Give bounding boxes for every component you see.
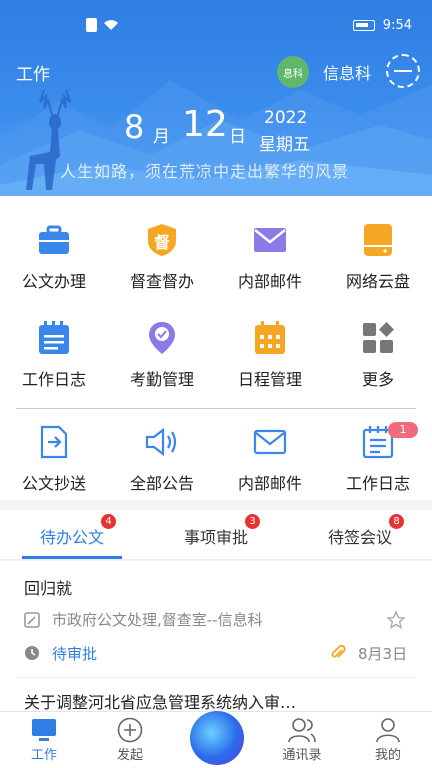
- grid-item-document-cc[interactable]: 公文抄送: [0, 424, 108, 494]
- nav-label: 我的: [374, 748, 401, 763]
- item-title: 关于调整河北省应急管理系统纳入审…: [24, 693, 297, 712]
- nav-initiate[interactable]: 发起: [100, 716, 160, 763]
- item-subtitle: 市政府公文处理,督查室--信息科: [52, 611, 263, 629]
- item-title: 回归就: [24, 579, 73, 598]
- scan-icon: [394, 70, 412, 72]
- date-month-unit: 月: [153, 127, 170, 147]
- date-day-unit: 日: [229, 127, 246, 147]
- document-edit-icon: [24, 612, 40, 628]
- plus-circle-icon: [100, 716, 160, 744]
- motto-text: 人生如路，须在荒凉中走出繁华的风景: [60, 162, 350, 181]
- tab-label: 待办公文: [40, 528, 105, 547]
- mail-icon: [252, 222, 288, 258]
- nav-label: 工作: [30, 748, 57, 763]
- grid-item-label: 内部邮件: [237, 272, 302, 291]
- mail-outline-icon: [252, 424, 288, 460]
- grid-item-label: 公文抄送: [21, 474, 86, 493]
- tab-label: 事项审批: [184, 528, 249, 547]
- dept-avatar[interactable]: 息科: [277, 56, 309, 88]
- grid-item-label: 工作日志: [21, 370, 86, 389]
- grid-item-more[interactable]: 更多: [324, 320, 432, 390]
- status-bar: 9:54: [0, 0, 432, 40]
- nav-label: 通讯录: [282, 748, 322, 763]
- alert-icon: [86, 18, 97, 32]
- grid-item-label: 日程管理: [237, 370, 302, 389]
- dept-name[interactable]: 信息科: [323, 60, 371, 84]
- grid-item-label: 督查督办: [129, 272, 194, 291]
- item-date: 8月3日: [358, 645, 408, 663]
- briefcase-icon: [36, 222, 72, 258]
- grid-item-internal-mail[interactable]: 内部邮件: [216, 222, 324, 292]
- page-title: 工作: [16, 65, 50, 85]
- wifi-icon: [104, 20, 118, 30]
- schedule-icon: [252, 320, 288, 356]
- grid-item-label: 公文办理: [21, 272, 86, 291]
- task-tabs: 待办公文 4 事项审批 3 待签会议 8: [0, 510, 432, 560]
- grid-item-internal-mail-2[interactable]: 内部邮件: [216, 424, 324, 494]
- more-grid-icon: [360, 320, 396, 356]
- tab-pending-meetings[interactable]: 待签会议 8: [328, 514, 405, 548]
- supervise-icon: 督: [144, 222, 180, 258]
- tab-approvals[interactable]: 事项审批 3: [184, 514, 261, 548]
- tab-badge: 3: [245, 514, 261, 529]
- tab-label: 待签会议: [328, 528, 393, 547]
- grid-item-label: 全部公告: [129, 474, 194, 493]
- tab-pending-documents[interactable]: 待办公文 4: [40, 514, 117, 548]
- speaker-icon: [144, 424, 180, 460]
- location-check-icon: [144, 320, 180, 356]
- grid-item-cloud-drive[interactable]: 网络云盘: [324, 222, 432, 292]
- forward-doc-icon: [36, 424, 72, 460]
- star-icon[interactable]: [387, 611, 405, 629]
- header-banner: 9:54 工作 息科 信息科 8 月 12 日 2022 星期五 人生如路，须在…: [0, 0, 432, 196]
- grid-item-label: 考勤管理: [129, 370, 194, 389]
- scan-button[interactable]: [386, 54, 420, 88]
- nav-label: 发起: [116, 748, 143, 763]
- status-time: 9:54: [382, 18, 412, 33]
- grid-item-supervision[interactable]: 督 督查督办: [108, 222, 216, 292]
- clock-icon: [25, 646, 39, 660]
- active-tab-indicator: [22, 556, 122, 559]
- tab-badge: 8: [389, 514, 405, 529]
- supervise-icon-text: 督: [153, 233, 170, 252]
- tab-badge: 4: [101, 514, 117, 529]
- attachment-icon: [331, 645, 346, 658]
- grid-item-label: 网络云盘: [345, 272, 410, 291]
- calendar-log-icon: [36, 320, 72, 356]
- date-year: 2022: [264, 108, 308, 128]
- date-weekday: 星期五: [259, 135, 310, 155]
- item-status: 待审批: [52, 645, 98, 663]
- grid-item-label: 工作日志: [345, 474, 410, 493]
- date-day: 12: [182, 104, 228, 145]
- contacts-icon: [272, 716, 332, 744]
- grid-item-attendance[interactable]: 考勤管理: [108, 320, 216, 390]
- grid-item-schedule[interactable]: 日程管理: [216, 320, 324, 390]
- grid-item-work-log[interactable]: 工作日志: [0, 320, 108, 390]
- monitor-icon: [14, 716, 74, 744]
- work-log-badge: 1: [388, 422, 418, 438]
- nav-work[interactable]: 工作: [14, 716, 74, 763]
- grid-item-label: 内部邮件: [237, 474, 302, 493]
- battery-icon: [352, 20, 375, 31]
- quick-access-panel: 公文办理 督 督查督办 内部邮件 网络云盘 工作日志 考勤管理 日程管理 更多 …: [0, 196, 432, 500]
- list-separator: [16, 677, 416, 678]
- grid-item-label: 更多: [361, 370, 394, 389]
- pending-list: 回归就 市政府公文处理,督查室--信息科 待审批 8月3日 关于调整河北省应急管…: [0, 561, 432, 712]
- nav-contacts[interactable]: 通讯录: [272, 716, 332, 763]
- grid-item-document-handling[interactable]: 公文办理: [0, 222, 108, 292]
- date-month: 8: [124, 108, 145, 146]
- nav-me[interactable]: 我的: [358, 716, 418, 763]
- center-action-button[interactable]: [190, 711, 244, 765]
- user-icon: [358, 716, 418, 744]
- grid-item-announcements[interactable]: 全部公告: [108, 424, 216, 494]
- grid-divider: [16, 408, 416, 409]
- cloud-drive-icon: [360, 222, 396, 258]
